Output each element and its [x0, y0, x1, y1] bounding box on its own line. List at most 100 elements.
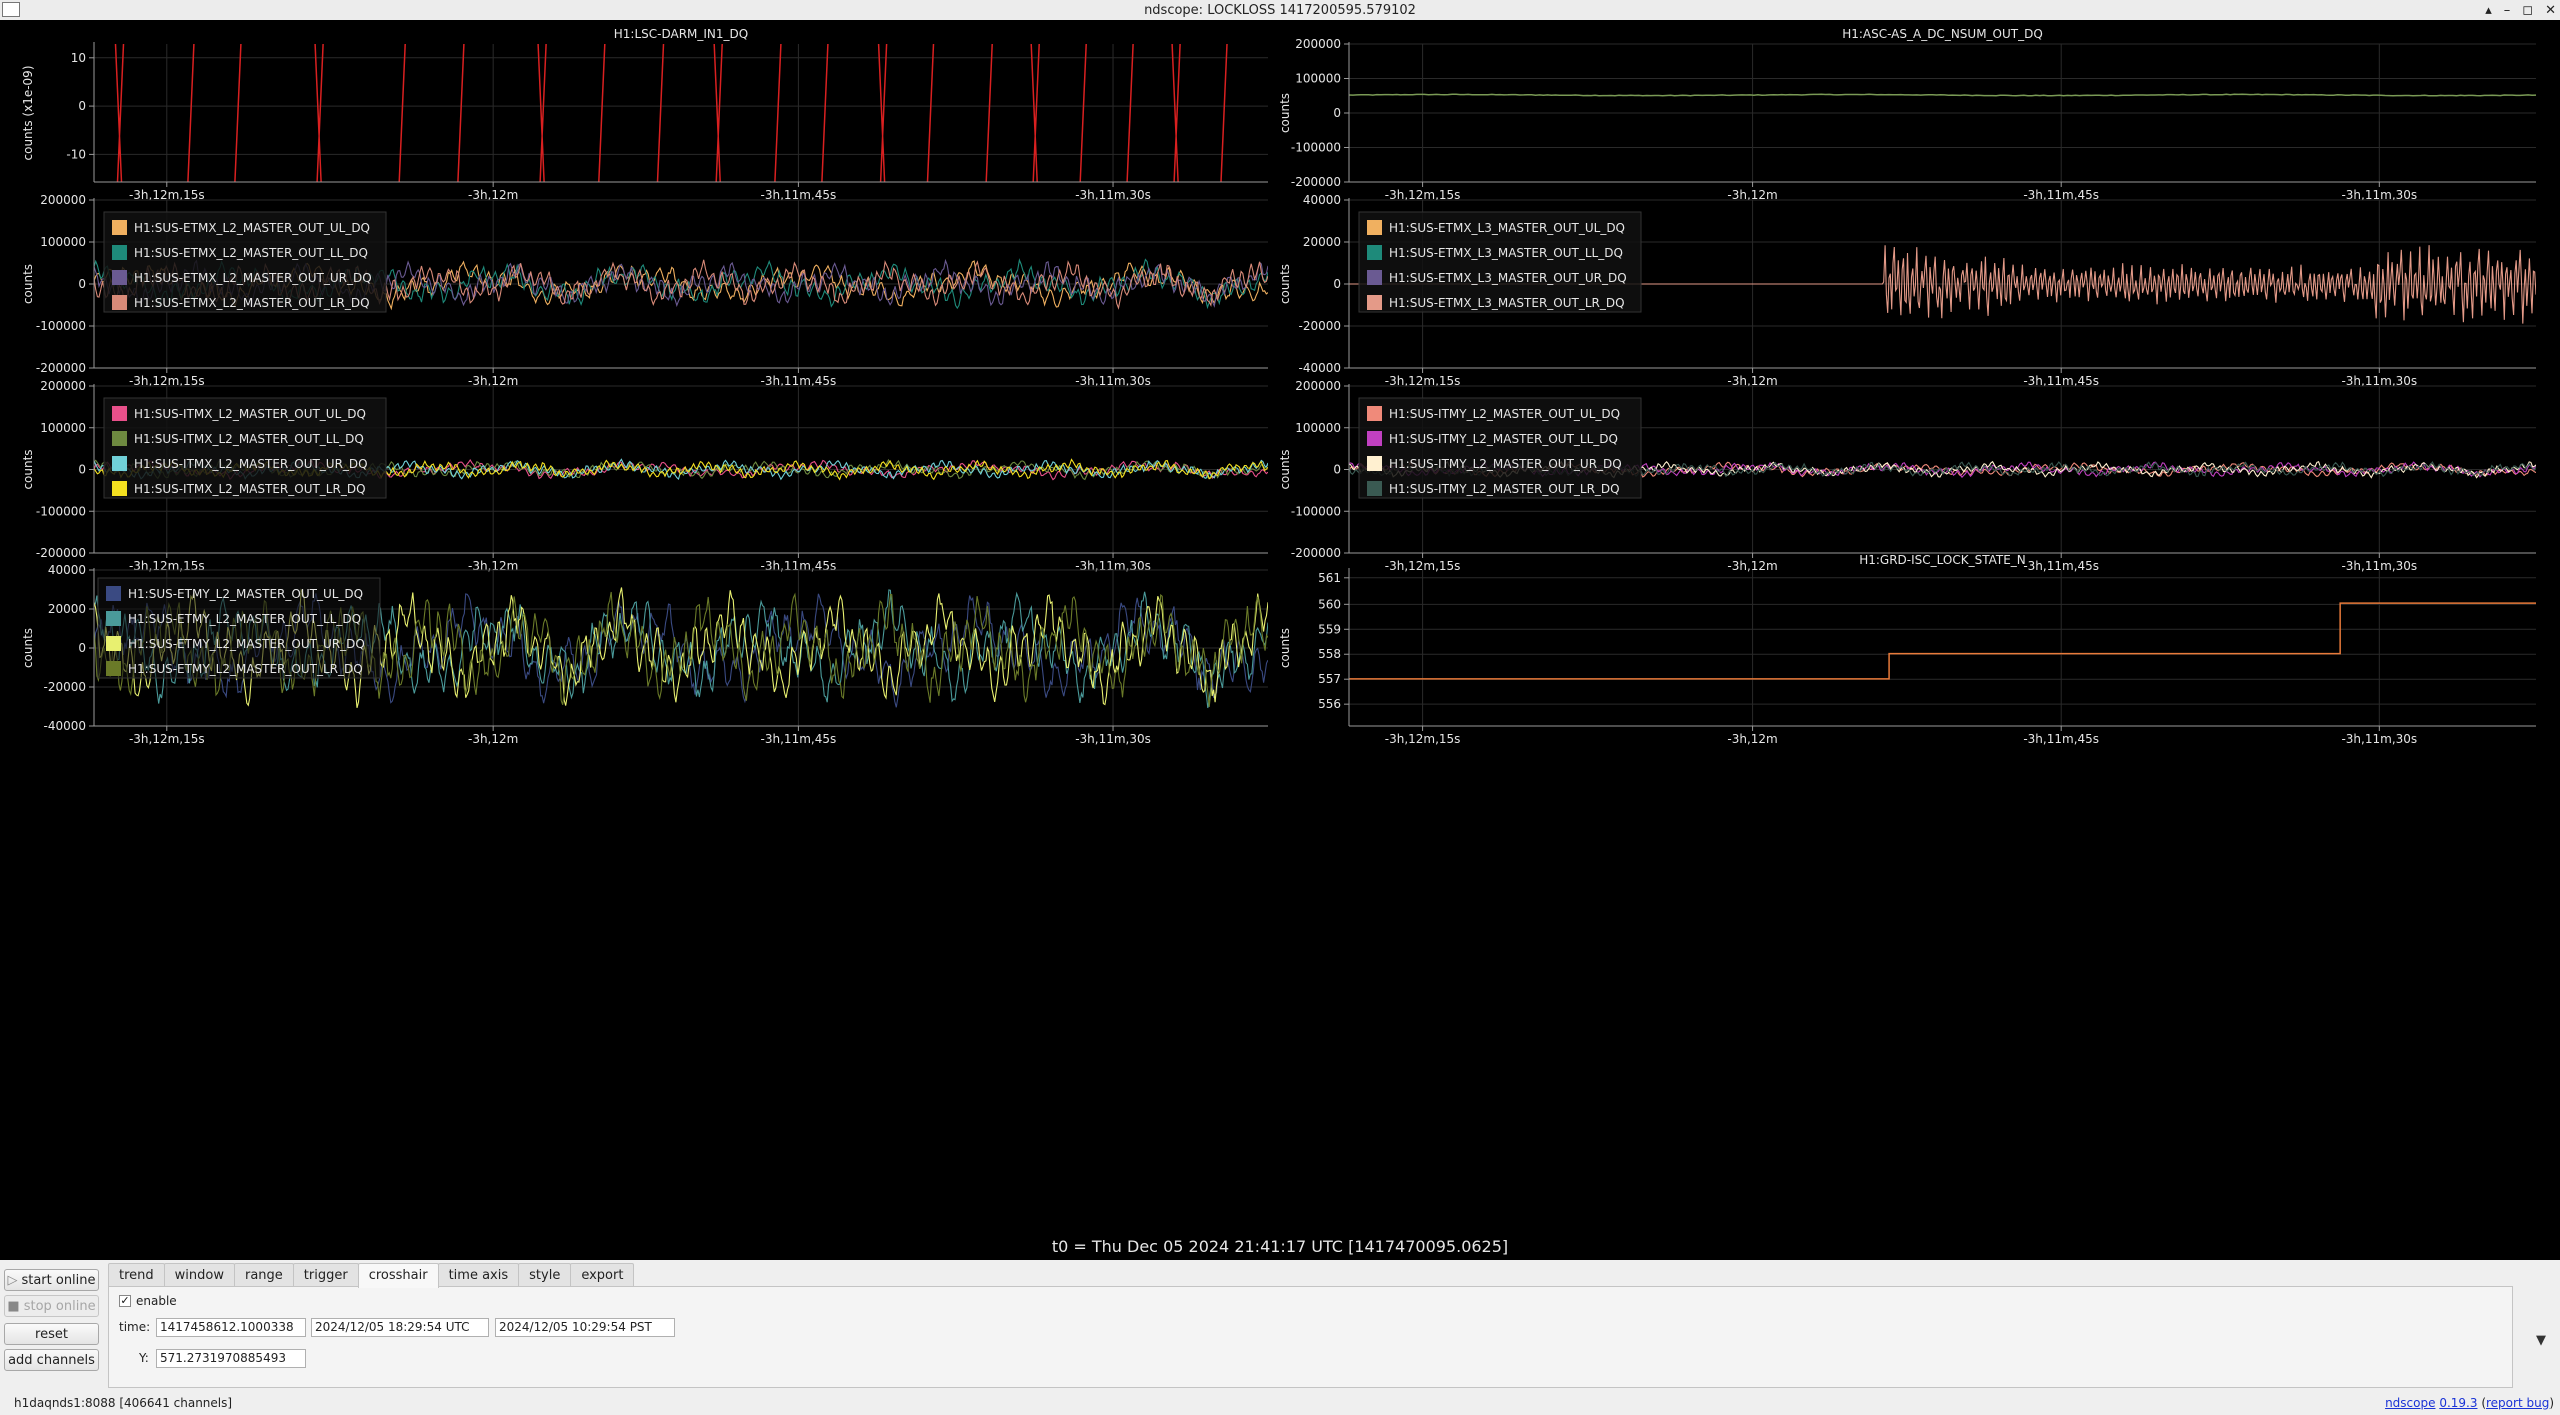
y-tick-label: -100000: [1291, 141, 1341, 155]
maximize-button[interactable]: ◻: [2522, 3, 2533, 18]
legend-label: H1:SUS-ITMY_L2_MASTER_OUT_LL_DQ: [1389, 432, 1618, 446]
traces: [1349, 602, 2536, 680]
tab-range[interactable]: range: [233, 1263, 294, 1287]
time-pst-field[interactable]: 2024/12/05 10:29:54 PST: [495, 1318, 675, 1337]
plot-4[interactable]: counts40000200000-20000-40000-3h,12m,15s…: [1278, 193, 2536, 388]
plot-title: H1:LSC-DARM_IN1_DQ: [614, 27, 748, 41]
report-bug-link[interactable]: report bug: [2486, 1396, 2549, 1410]
crosshair-panel: ✓ enable time: 1417458612.1000338 2024/1…: [108, 1286, 2513, 1388]
legend-label: H1:SUS-ETMX_L2_MASTER_OUT_UR_DQ: [134, 271, 372, 285]
tab-crosshair[interactable]: crosshair: [357, 1263, 439, 1288]
tab-export[interactable]: export: [570, 1263, 635, 1287]
restore-icon[interactable]: ▴: [2485, 3, 2492, 18]
tab-trend[interactable]: trend: [108, 1263, 165, 1287]
app-icon: [2, 2, 20, 17]
plot-title: H1:GRD-ISC_LOCK_STATE_N: [1859, 553, 2026, 567]
legend-label: H1:SUS-ETMY_L2_MASTER_OUT_UR_DQ: [128, 637, 365, 651]
lock-state-trace: [1349, 602, 2536, 680]
legend-label: H1:SUS-ETMX_L2_MASTER_OUT_UL_DQ: [134, 221, 370, 235]
y-value-field[interactable]: 571.2731970885493: [156, 1349, 306, 1368]
plot-6[interactable]: counts2000001000000-100000-200000-3h,12m…: [1278, 379, 2536, 573]
version-link[interactable]: 0.19.3: [2439, 1396, 2477, 1410]
y-tick-label: 0: [1333, 277, 1341, 291]
legend-swatch: [1367, 245, 1382, 260]
y-tick-label: 20000: [1303, 235, 1341, 249]
plot-7[interactable]: counts 40000 20000 0 -20000 -40000 -3h,12m,15s…: [21, 563, 1268, 746]
legend-swatch: [1367, 220, 1382, 235]
legend-label: H1:SUS-ETMX_L3_MASTER_OUT_LL_DQ: [1389, 246, 1623, 260]
tab-style[interactable]: style: [518, 1263, 572, 1287]
plot-5[interactable]: counts2000001000000-100000-200000-3h,12m…: [21, 379, 1268, 573]
legend-swatch: [1367, 481, 1382, 496]
y-tick-label: 559: [1318, 622, 1341, 636]
y-tick-label: -20000: [43, 680, 86, 694]
start-online-button[interactable]: ▷ start online: [4, 1269, 99, 1291]
y-tick-label: 200000: [40, 193, 86, 207]
enable-checkbox[interactable]: ✓: [119, 1295, 131, 1307]
reset-button[interactable]: reset: [4, 1323, 99, 1345]
trace-line: [1349, 93, 2536, 97]
stop-icon: ■: [7, 1299, 20, 1314]
tab-window[interactable]: window: [163, 1263, 235, 1287]
legend-swatch: [112, 481, 127, 496]
legend-swatch: [112, 406, 127, 421]
legend-swatch: [112, 295, 127, 310]
legend-swatch: [112, 270, 127, 285]
plot-2[interactable]: H1:ASC-AS_A_DC_NSUM_OUT_DQcounts 200000 10…: [1278, 27, 2536, 202]
play-icon: ▷: [7, 1273, 18, 1288]
y-tick-label: 100000: [1295, 72, 1341, 86]
time-gps-field[interactable]: 1417458612.1000338: [156, 1318, 306, 1337]
add-channels-button[interactable]: add channels: [4, 1349, 99, 1371]
y-tick-label: -100000: [36, 504, 86, 518]
y-label: Y:: [139, 1351, 149, 1365]
tab-time-axis[interactable]: time axis: [437, 1263, 520, 1287]
y-tick-label: 10: [71, 51, 86, 65]
time-utc-field[interactable]: 2024/12/05 18:29:54 UTC: [311, 1318, 489, 1337]
plot-area[interactable]: H1:LSC-DARM_IN1_DQ counts (x1e-09) 10 0 -10 -…: [0, 20, 2560, 1260]
y-tick-label: 557: [1318, 672, 1341, 686]
x-tick-label: -3h,11m,30s: [1075, 732, 1151, 746]
app-link[interactable]: ndscope: [2385, 1396, 2435, 1410]
y-tick-label: 0: [78, 99, 86, 113]
y-tick-label: -200000: [1291, 175, 1341, 189]
y-axis-label: counts: [1278, 93, 1292, 133]
legend-label: H1:SUS-ITMY_L2_MASTER_OUT_UR_DQ: [1389, 457, 1622, 471]
legend: H1:SUS-ETMY_L2_MASTER_OUT_UL_DQ H1:SUS-ET…: [97, 577, 381, 679]
x-tick-label: -3h,12m: [468, 732, 518, 746]
y-tick-label: 200000: [1295, 379, 1341, 393]
y-tick-label: 20000: [48, 602, 86, 616]
legend: H1:SUS-ITMY_L2_MASTER_OUT_UL_DQ H1:SUS-IT…: [1358, 397, 1642, 499]
server-status: h1daqnds1:8088 [406641 channels]: [14, 1396, 233, 1410]
time-label: time:: [119, 1320, 151, 1334]
legend-label: H1:SUS-ETMX_L2_MASTER_OUT_LL_DQ: [134, 246, 368, 260]
traces: [1349, 93, 2536, 97]
window-titlebar: ndscope: LOCKLOSS 1417200595.579102 ▴ – …: [0, 0, 2560, 21]
y-tick-label: -200000: [36, 546, 86, 560]
expand-arrow-icon[interactable]: ▼: [2536, 1333, 2546, 1348]
plot-3[interactable]: counts2000001000000-100000-200000-3h,12m…: [21, 193, 1268, 388]
legend-label: H1:SUS-ITMY_L2_MASTER_OUT_UL_DQ: [1389, 407, 1620, 421]
legend-swatch: [112, 220, 127, 235]
y-axis-label: counts: [21, 449, 35, 489]
y-tick-label: -40000: [1298, 361, 1341, 375]
y-tick-label: -100000: [1291, 504, 1341, 518]
close-button[interactable]: ✕: [2545, 3, 2556, 18]
traces: [114, 44, 1228, 182]
minimize-button[interactable]: –: [2504, 3, 2511, 18]
legend-swatch: [1367, 431, 1382, 446]
y-axis-label: counts: [21, 264, 35, 304]
y-tick-label: 200000: [40, 379, 86, 393]
check-icon: ✓: [120, 1294, 130, 1307]
plot-8[interactable]: H1:GRD-ISC_LOCK_STATE_Ncounts 561 560 559 55…: [1278, 553, 2536, 746]
plot-1[interactable]: H1:LSC-DARM_IN1_DQcounts (x1e-09)100-10-…: [21, 27, 1268, 202]
plots-canvas[interactable]: H1:LSC-DARM_IN1_DQcounts (x1e-09) 10 0 -10 -…: [0, 20, 2560, 1260]
x-tick-label: -3h,12m: [1727, 732, 1777, 746]
y-tick-label: -20000: [1298, 319, 1341, 333]
y-tick-label: 0: [78, 463, 86, 477]
legend-swatch: [106, 636, 121, 651]
y-tick-label: 561: [1318, 571, 1341, 585]
plot-title: H1:ASC-AS_A_DC_NSUM_OUT_DQ: [1842, 27, 2043, 41]
y-tick-label: 0: [78, 641, 86, 655]
tab-trigger[interactable]: trigger: [292, 1263, 359, 1287]
y-tick-label: -40000: [43, 719, 86, 733]
